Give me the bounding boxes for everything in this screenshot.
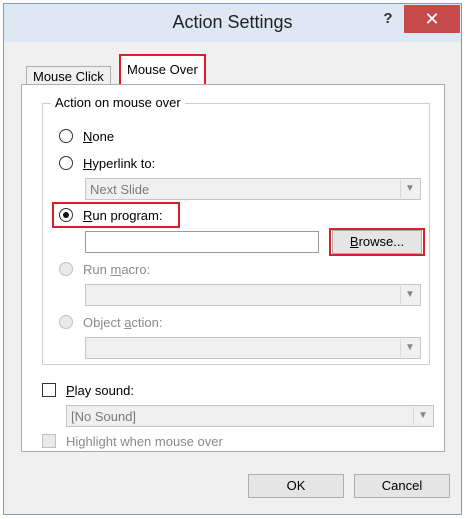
radio-run-macro[interactable] — [59, 262, 73, 276]
chevron-down-icon: ▼ — [400, 180, 419, 198]
chevron-down-icon: ▼ — [413, 407, 432, 425]
highlight-row[interactable]: Highlight when mouse over — [42, 431, 223, 451]
radio-row-object-action[interactable]: Object action: — [59, 312, 163, 332]
group-label: Action on mouse over — [51, 95, 185, 110]
radio-object-action[interactable] — [59, 315, 73, 329]
dialog-footer: OK Cancel — [4, 454, 461, 514]
play-sound-label: Play sound: — [66, 382, 134, 398]
radio-run-program-label: Run program: — [83, 207, 163, 223]
radio-row-run-macro[interactable]: Run macro: — [59, 259, 150, 279]
radio-object-action-label: Object action: — [83, 314, 163, 330]
play-sound-checkbox[interactable] — [42, 383, 56, 397]
macro-select[interactable]: ▼ — [85, 284, 421, 306]
chevron-down-icon: ▼ — [400, 339, 419, 357]
sound-select-value: [No Sound] — [71, 409, 137, 424]
radio-none-label: None — [83, 128, 115, 144]
ok-button[interactable]: OK — [248, 474, 344, 498]
play-sound-row[interactable]: Play sound: — [42, 380, 134, 400]
close-icon: ✕ — [424, 9, 440, 29]
hyperlink-select[interactable]: Next Slide ▼ — [85, 178, 421, 200]
cancel-button[interactable]: Cancel — [354, 474, 450, 498]
radio-run-macro-label: Run macro: — [83, 261, 151, 277]
tab-mouse-over[interactable]: Mouse Over — [119, 54, 206, 86]
radio-run-program[interactable] — [59, 208, 73, 222]
radio-row-none[interactable]: None — [59, 126, 114, 146]
chevron-down-icon: ▼ — [400, 286, 419, 304]
radio-row-hyperlink[interactable]: Hyperlink to: — [59, 153, 155, 173]
title-bar: Action Settings ? ✕ — [4, 4, 461, 42]
program-path-input[interactable] — [85, 231, 319, 253]
radio-none[interactable] — [59, 129, 73, 143]
help-button[interactable]: ? — [376, 8, 400, 30]
tab-panel: Action on mouse over None Hyperlink to: … — [21, 84, 445, 452]
object-action-select[interactable]: ▼ — [85, 337, 421, 359]
sound-select[interactable]: [No Sound] ▼ — [66, 405, 434, 427]
action-settings-dialog: Action Settings ? ✕ Mouse Click Mouse Ov… — [3, 3, 462, 515]
browse-button[interactable]: Browse... — [332, 230, 422, 254]
radio-hyperlink[interactable] — [59, 156, 73, 170]
highlight-label: Highlight when mouse over — [66, 433, 223, 449]
action-group: Action on mouse over None Hyperlink to: … — [42, 95, 430, 365]
close-button[interactable]: ✕ — [404, 5, 460, 33]
hyperlink-select-value: Next Slide — [90, 182, 150, 197]
tab-strip: Mouse Click Mouse Over — [4, 42, 461, 87]
highlight-checkbox[interactable] — [42, 434, 56, 448]
radio-row-run-program[interactable]: Run program: — [59, 205, 162, 225]
radio-hyperlink-label: Hyperlink to: — [83, 155, 156, 171]
